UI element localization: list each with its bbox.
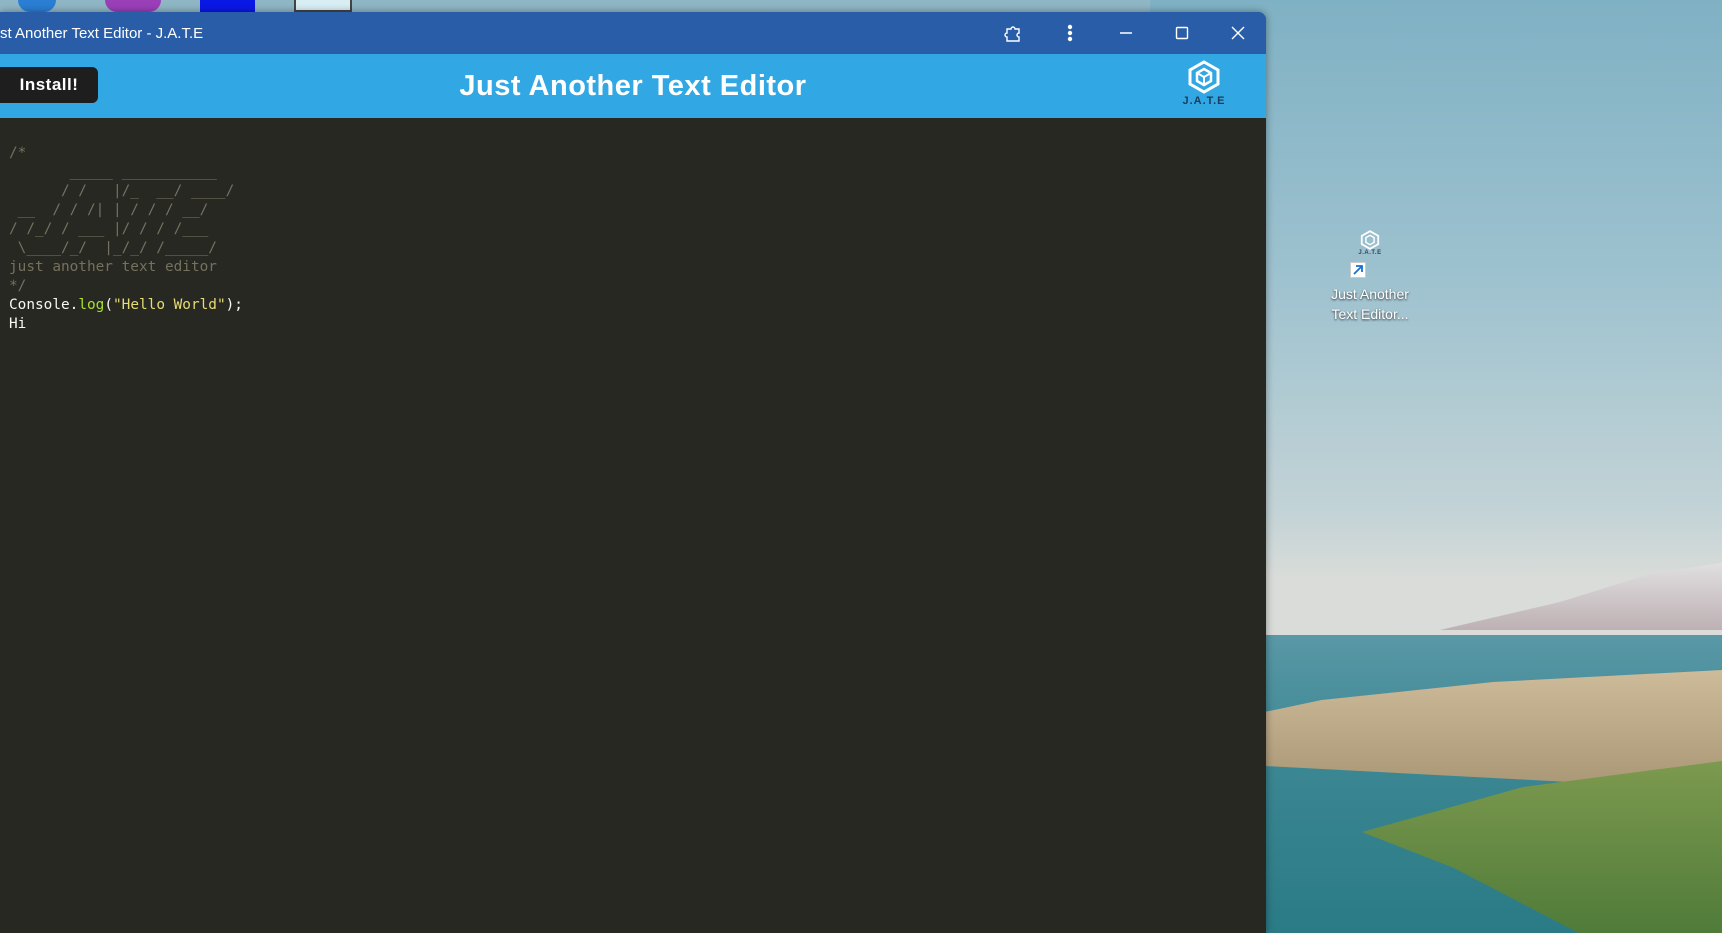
logo-text: J.A.T.E [1182,95,1226,107]
shortcut-arrow-icon [1350,262,1366,278]
install-button[interactable]: Install! [0,67,98,103]
code-token: ( [104,297,113,313]
code-line: Hi [9,316,27,332]
shortcut-label: Just Another Text Editor... [1331,284,1409,324]
taskbar-app-icon[interactable] [200,0,255,12]
code-line: _____ ___________ [9,164,217,180]
app-title: Just Another Text Editor [459,69,807,102]
editor-content[interactable]: /* _____ ___________ / / |/_ __/ ____/ _… [0,118,1266,334]
jate-logo: J.A.T.E [1174,60,1234,116]
window-controls [986,12,1266,54]
code-line: just another text editor [9,259,217,275]
code-line: / / |/_ __/ ____/ [9,183,235,199]
puzzle-icon[interactable] [986,12,1042,54]
app-window: st Another Text Editor - J.A.T.E Install… [0,12,1266,933]
code-line: \____/_/ |_/_/ /_____/ [9,240,217,256]
close-icon[interactable] [1210,12,1266,54]
taskbar-app-icon[interactable] [294,0,352,12]
code-token: Console [9,297,70,313]
code-editor[interactable]: /* _____ ___________ / / |/_ __/ ____/ _… [0,118,1266,933]
app-header: Install! Just Another Text Editor J.A.T.… [0,54,1266,118]
code-line: / /_/ / ___ |/ / / /___ [9,221,209,237]
shortcut-icon-text: J.A.T.E [1358,250,1382,256]
code-line: /* [9,145,27,161]
more-vertical-icon[interactable] [1042,12,1098,54]
code-token: "Hello World" [113,297,226,313]
code-line: */ [9,278,27,294]
desktop-shortcut-jate[interactable]: J.A.T.E Just Another Text Editor... [1320,230,1420,324]
code-token: ); [225,297,243,313]
cube-logo-icon [1188,60,1220,94]
window-titlebar[interactable]: st Another Text Editor - J.A.T.E [0,12,1266,54]
taskbar-app-icon[interactable] [18,0,56,12]
maximize-icon[interactable] [1154,12,1210,54]
code-line: __ / / /| | / / / __/ [9,202,209,218]
minimize-icon[interactable] [1098,12,1154,54]
shortcut-label-line: Just Another [1331,286,1409,302]
code-token: log [78,297,105,313]
window-title: st Another Text Editor - J.A.T.E [0,24,204,42]
shortcut-label-line: Text Editor... [1331,306,1409,322]
app-shortcut-icon: J.A.T.E [1350,230,1390,278]
taskbar-app-icon[interactable] [105,0,161,12]
